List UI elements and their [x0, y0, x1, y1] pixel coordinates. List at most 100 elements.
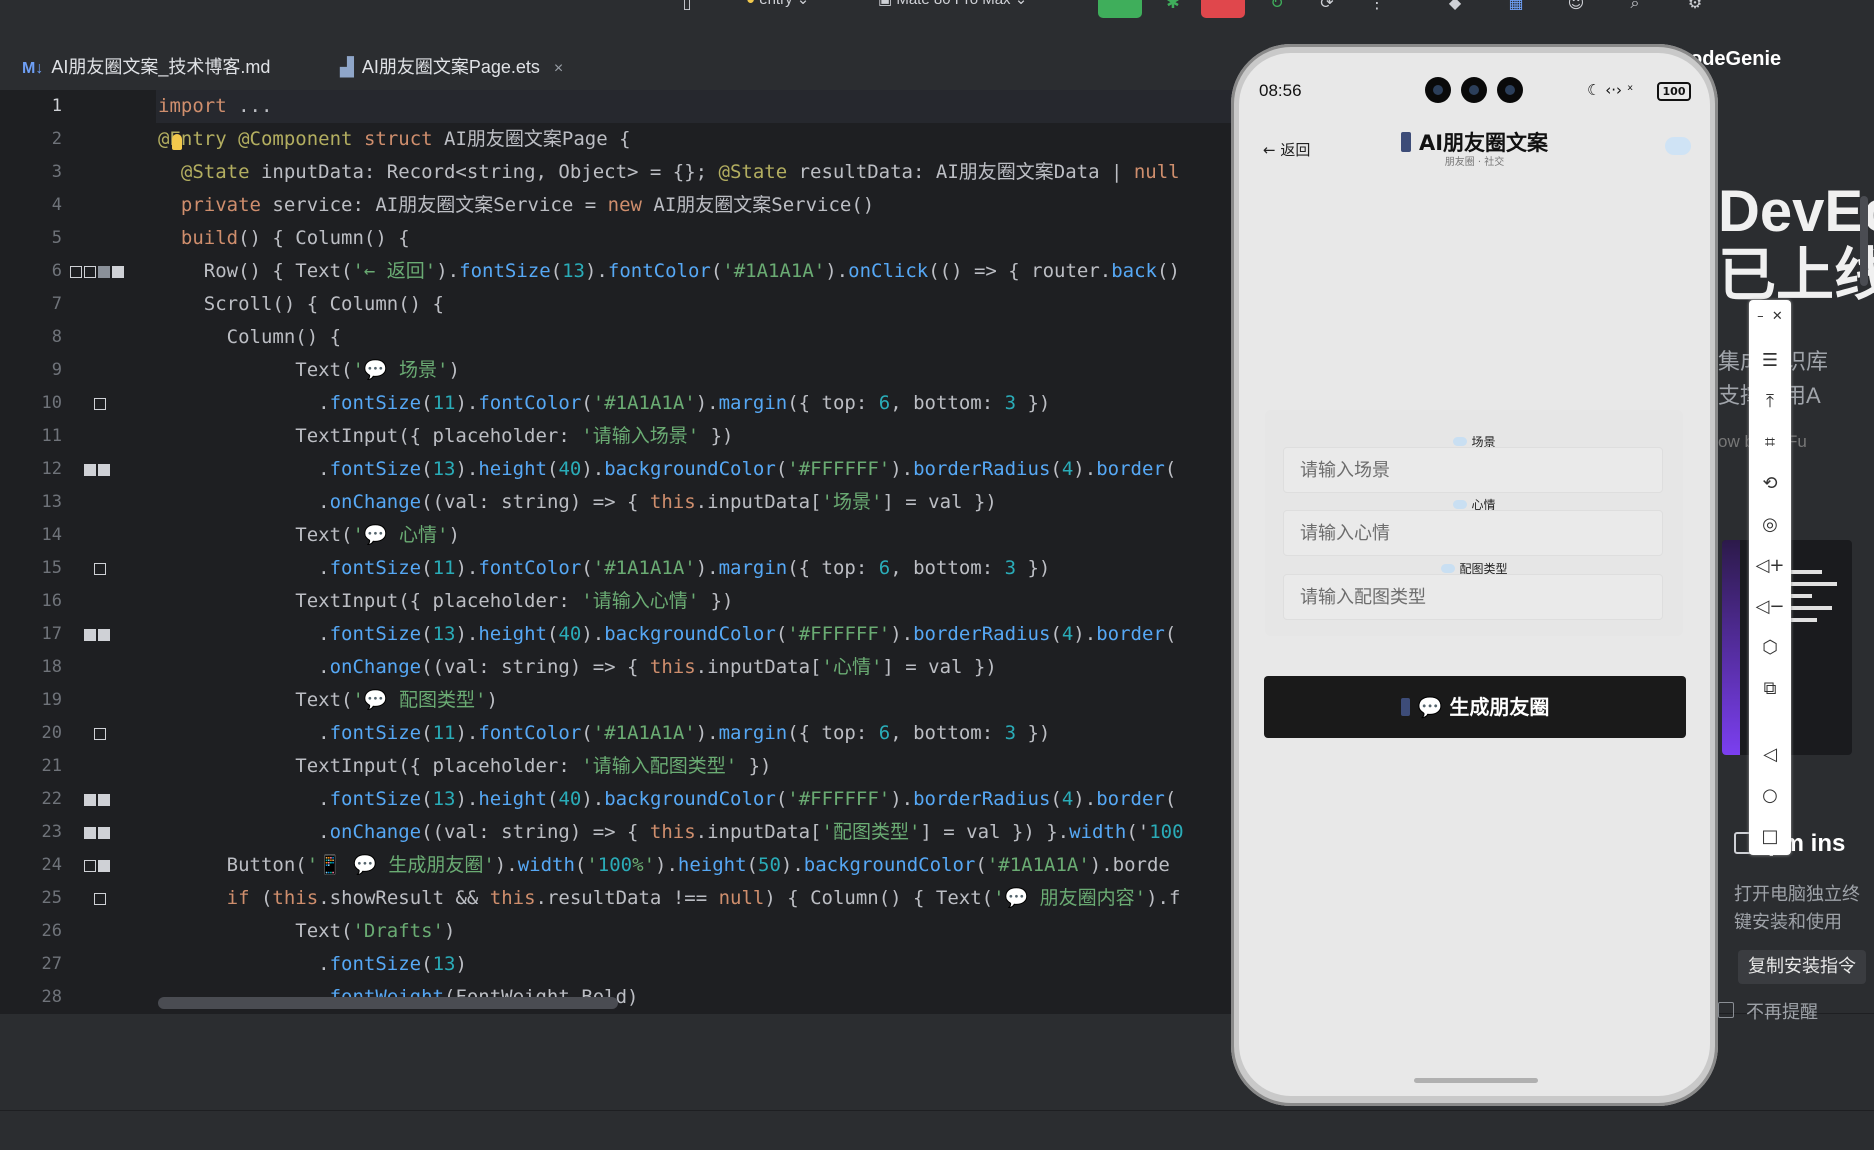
- code-line[interactable]: .fontSize(11).fontColor('#1A1A1A').margi…: [158, 387, 1236, 420]
- copy-icon[interactable]: ⧉: [1749, 674, 1791, 704]
- layout-icon[interactable]: ▯: [676, 0, 698, 11]
- gutter-marker-icon[interactable]: [94, 728, 108, 740]
- gutter-marker-icon[interactable]: [84, 629, 112, 641]
- nav-recent-icon[interactable]: □: [1749, 822, 1791, 852]
- code-line[interactable]: TextInput({ placeholder: '请输入心情' }): [158, 585, 1236, 618]
- phone-icon: [1400, 132, 1411, 152]
- code-line[interactable]: import ...: [158, 90, 1236, 123]
- screenshot-icon[interactable]: ◎: [1749, 510, 1791, 540]
- volume-down-icon[interactable]: ◁−: [1749, 592, 1791, 622]
- code-line[interactable]: @Entry @Component struct AI朋友圈文案Page {: [158, 123, 1236, 156]
- code-line[interactable]: .onChange((val: string) => { this.inputD…: [158, 651, 1236, 684]
- mood-input[interactable]: 请输入心情: [1283, 510, 1663, 556]
- code-line[interactable]: Text('💬 心情'): [158, 519, 1236, 552]
- code-line[interactable]: if (this.showResult && this.resultData !…: [158, 882, 1236, 915]
- gutter-marker-icon[interactable]: [70, 266, 126, 278]
- module-selector[interactable]: ● entry ⌄: [746, 0, 809, 14]
- line-number: 27: [41, 954, 62, 974]
- code-line[interactable]: .fontSize(13).height(40).backgroundColor…: [158, 783, 1236, 816]
- battery-icon: 100: [1657, 82, 1691, 101]
- gutter-marker-icon[interactable]: [84, 794, 112, 806]
- volume-up-icon[interactable]: ◁+: [1749, 551, 1791, 581]
- crop-icon[interactable]: ⌗: [1749, 428, 1791, 458]
- code-line[interactable]: Text('Drafts'): [158, 915, 1236, 948]
- phone-icon: [1400, 698, 1410, 716]
- minimize-close-icon[interactable]: – ✕: [1749, 302, 1791, 332]
- gutter-marker-icon[interactable]: [84, 464, 112, 476]
- code-line[interactable]: @State inputData: Record<string, Object>…: [158, 156, 1236, 189]
- code-line[interactable]: .fontSize(11).fontColor('#1A1A1A').margi…: [158, 717, 1236, 750]
- line-number: 23: [41, 822, 62, 842]
- nav-back-icon[interactable]: ◁: [1749, 740, 1791, 770]
- markdown-icon: M↓: [22, 60, 44, 77]
- stop-button[interactable]: [1201, 0, 1245, 18]
- dont-remind-label: 不再提醒: [1746, 1002, 1818, 1023]
- code-line[interactable]: Text('💬 场景'): [158, 354, 1236, 387]
- line-number: 5: [51, 228, 62, 248]
- code-line[interactable]: build() { Column() {: [158, 222, 1236, 255]
- code-line[interactable]: .fontSize(11).fontColor('#1A1A1A').margi…: [158, 552, 1236, 585]
- line-number: 15: [41, 558, 62, 578]
- gutter-marker-icon[interactable]: [84, 860, 112, 872]
- line-number: 11: [41, 426, 62, 446]
- more-icon[interactable]: ⋮: [1366, 0, 1388, 11]
- code-editor[interactable]: 1 import ... 2 @Entry @Component struct AI朋…: [0, 90, 1236, 1013]
- code-line[interactable]: .onChange((val: string) => { this.inputD…: [158, 486, 1236, 519]
- sync-icon[interactable]: ⟳: [1316, 0, 1338, 11]
- lightbulb-icon[interactable]: [172, 134, 182, 150]
- panel-scrollbar[interactable]: [1860, 196, 1868, 286]
- line-number: 12: [41, 459, 62, 479]
- promo-hero-line1: DevEc: [1718, 179, 1874, 244]
- menu-icon[interactable]: ☰: [1749, 346, 1791, 376]
- layout-grid-icon[interactable]: ▦: [1505, 0, 1527, 11]
- horizontal-scrollbar[interactable]: [158, 997, 618, 1009]
- image-type-input[interactable]: 请输入配图类型: [1283, 574, 1663, 620]
- pin-top-icon[interactable]: ⤒: [1749, 387, 1791, 417]
- home-indicator: [1414, 1078, 1538, 1083]
- code-line[interactable]: Scroll() { Column() {: [158, 288, 1236, 321]
- code-line[interactable]: .fontSize(13).height(40).backgroundColor…: [158, 453, 1236, 486]
- debug-icon[interactable]: ✱: [1162, 0, 1184, 11]
- pm-desc-2: 键安装和使用: [1734, 912, 1842, 933]
- code-line[interactable]: .fontSize(13).height(40).backgroundColor…: [158, 618, 1236, 651]
- nav-home-icon[interactable]: ○: [1749, 781, 1791, 811]
- line-number: 3: [51, 162, 62, 182]
- user-icon[interactable]: ☺: [1565, 0, 1587, 11]
- pm-desc-1: 打开电脑独立终: [1734, 884, 1860, 905]
- code-line[interactable]: Row() { Text('← 返回').fontSize(13).fontCo…: [158, 255, 1236, 288]
- status-bar: 08:56 ☾ ‹·› ˣ 100: [1239, 53, 1710, 103]
- device-selector[interactable]: ▣ Mate 80 Pro Max ⌄: [878, 0, 1027, 14]
- gutter-marker-icon[interactable]: [94, 563, 108, 575]
- rotate-icon[interactable]: ⟲: [1749, 469, 1791, 499]
- line-number: 13: [41, 492, 62, 512]
- line-number: 8: [51, 327, 62, 347]
- code-line[interactable]: Button('📱 💬 生成朋友圈').width('100%').height…: [158, 849, 1236, 882]
- generate-button[interactable]: 💬 生成朋友圈: [1264, 676, 1686, 738]
- codegenie-panel: [1718, 28, 1874, 1013]
- close-icon[interactable]: ×: [554, 60, 563, 77]
- status-time: 08:56: [1259, 81, 1302, 100]
- chat-icon[interactable]: [1665, 137, 1691, 155]
- code-line[interactable]: .onChange((val: string) => { this.inputD…: [158, 816, 1236, 849]
- code-line[interactable]: Text('💬 配图类型'): [158, 684, 1236, 717]
- gutter-marker-icon[interactable]: [84, 827, 112, 839]
- code-line[interactable]: .fontSize(13): [158, 948, 1236, 981]
- copy-install-button[interactable]: 复制安装指令: [1738, 950, 1866, 984]
- dont-remind-checkbox[interactable]: [1718, 1002, 1734, 1018]
- scene-input[interactable]: 请输入场景: [1283, 447, 1663, 493]
- search-icon[interactable]: ⌕: [1624, 0, 1646, 11]
- code-line[interactable]: TextInput({ placeholder: '请输入配图类型' }): [158, 750, 1236, 783]
- speech-bubble-icon: [1453, 437, 1468, 446]
- run-button[interactable]: [1098, 0, 1142, 18]
- attach-icon[interactable]: ↻: [1266, 0, 1288, 11]
- code-line[interactable]: TextInput({ placeholder: '请输入场景' }): [158, 420, 1236, 453]
- shield-icon[interactable]: ◆: [1444, 0, 1466, 11]
- gear-icon[interactable]: ⚙: [1684, 0, 1706, 11]
- tab-markdown[interactable]: M↓ AI朋友圈文案_技术博客.md: [22, 44, 270, 96]
- settings-icon[interactable]: ⬡: [1749, 633, 1791, 663]
- gutter-marker-icon[interactable]: [94, 398, 108, 410]
- gutter-marker-icon[interactable]: [94, 893, 108, 905]
- line-number: 18: [41, 657, 62, 677]
- code-line[interactable]: Column() {: [158, 321, 1236, 354]
- code-line[interactable]: private service: AI朋友圈文案Service = new AI…: [158, 189, 1236, 222]
